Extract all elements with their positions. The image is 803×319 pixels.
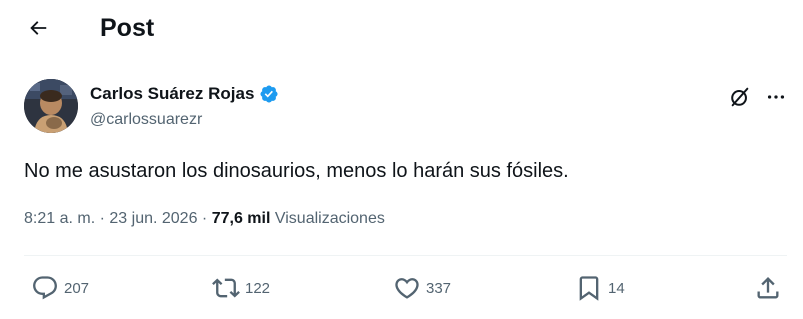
reply-count: 207	[64, 279, 90, 297]
meta-separator: ·	[201, 210, 208, 227]
grok-icon	[729, 86, 751, 108]
post-time[interactable]: 8:21 a. m.	[24, 210, 95, 227]
post-text: No me asustaron los dinosaurios, menos l…	[24, 160, 569, 182]
views-label[interactable]: Visualizaciones	[275, 210, 385, 227]
author-name[interactable]: Carlos Suárez Rojas	[90, 83, 254, 105]
share-button[interactable]	[754, 274, 782, 302]
share-icon	[754, 274, 782, 302]
post-date[interactable]: 23 jun. 2026	[109, 210, 197, 227]
bookmark-count: 14	[608, 279, 625, 297]
repost-button[interactable]: 122	[212, 274, 270, 302]
reply-button[interactable]: 207	[31, 274, 89, 302]
repost-count: 122	[245, 279, 271, 297]
heart-icon	[393, 274, 421, 302]
verified-badge-icon[interactable]	[259, 84, 279, 104]
avatar[interactable]	[24, 79, 78, 133]
more-options-button[interactable]	[762, 84, 790, 110]
views-count[interactable]: 77,6 mil	[212, 210, 271, 227]
post-meta: 8:21 a. m. · 23 jun. 2026 · 77,6 mil Vis…	[24, 208, 385, 230]
post-header: Post	[0, 0, 803, 56]
more-horizontal-icon	[765, 86, 787, 108]
author-handle[interactable]: @carlossuarezr	[90, 110, 202, 130]
arrow-left-icon	[27, 17, 49, 39]
divider	[24, 255, 787, 256]
like-button[interactable]: 337	[393, 274, 451, 302]
repost-icon	[212, 274, 240, 302]
bookmark-button[interactable]: 14	[575, 274, 625, 302]
page-title: Post	[100, 14, 155, 42]
grok-button[interactable]	[727, 84, 753, 110]
author-name-row[interactable]: Carlos Suárez Rojas	[90, 83, 279, 105]
back-button[interactable]	[22, 12, 54, 44]
reply-icon	[31, 274, 59, 302]
action-bar: 207 122 337 14	[0, 268, 803, 308]
like-count: 337	[426, 279, 452, 297]
bookmark-icon	[575, 274, 603, 302]
meta-separator: ·	[99, 210, 105, 227]
